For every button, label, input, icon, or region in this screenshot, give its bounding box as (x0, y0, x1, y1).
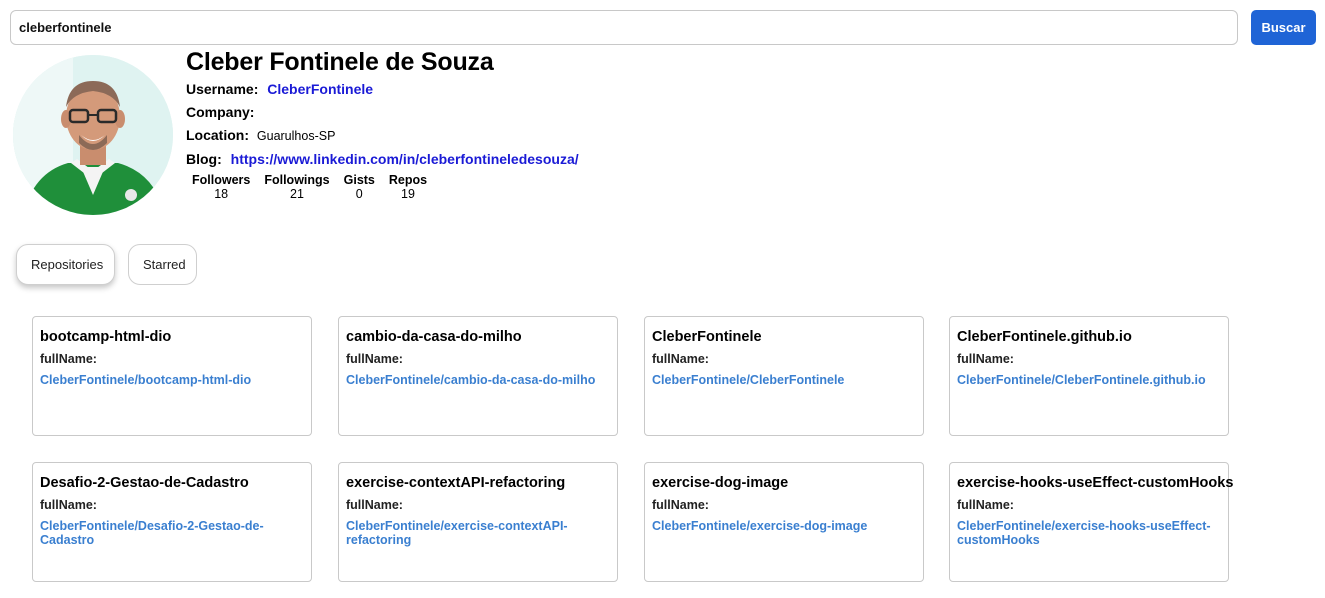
stat-value: 19 (401, 187, 415, 201)
avatar (13, 55, 173, 215)
username-row: Username: CleberFontinele (186, 78, 579, 101)
tab-repositories[interactable]: Repositories (16, 244, 115, 285)
repo-name: CleberFontinele.github.io (957, 329, 1132, 345)
repo-fullname-link[interactable]: CleberFontinele/exercise-contextAPI-refa… (346, 519, 610, 547)
repo-fullname-label: fullName: (652, 352, 709, 366)
blog-link[interactable]: https://www.linkedin.com/in/cleberfontin… (231, 151, 579, 167)
repo-card[interactable]: exercise-contextAPI-refactoring fullName… (338, 462, 618, 582)
repo-fullname-label: fullName: (957, 498, 1014, 512)
company-row: Company: (186, 101, 579, 125)
repo-card[interactable]: cambio-da-casa-do-milho fullName: Cleber… (338, 316, 618, 436)
repo-name: exercise-dog-image (652, 475, 789, 491)
stat-label: Repos (388, 173, 428, 187)
repo-card[interactable]: exercise-hooks-useEffect-customHooks ful… (949, 462, 1234, 582)
profile-info: Cleber Fontinele de Souza Username: Cleb… (186, 46, 579, 170)
repo-name: Desafio-2-Gestao-de-Cadastro (40, 475, 249, 491)
repo-name: exercise-contextAPI-refactoring (346, 475, 566, 491)
repo-fullname-label: fullName: (652, 498, 709, 512)
repo-card[interactable]: exercise-dog-image fullName: CleberFonti… (644, 462, 924, 582)
stat-gists: Gists 0 (344, 173, 375, 201)
repo-card[interactable]: CleberFontinele fullName: CleberFontinel… (644, 316, 924, 436)
repo-fullname-link[interactable]: CleberFontinele/CleberFontinele (652, 373, 916, 387)
location-label: Location: (186, 127, 249, 143)
location-row: Location: Guarulhos-SP (186, 124, 579, 148)
stat-label: Followers (192, 173, 251, 187)
stat-value: 21 (290, 187, 304, 201)
avatar-photo (13, 55, 173, 215)
tab-starred[interactable]: Starred (128, 244, 197, 285)
repo-card[interactable]: bootcamp-html-dio fullName: CleberFontin… (32, 316, 312, 436)
stat-label: Gists (343, 173, 375, 187)
stat-followers: Followers 18 (192, 173, 250, 201)
repo-name: cambio-da-casa-do-milho (346, 329, 522, 345)
repo-card[interactable]: Desafio-2-Gestao-de-Cadastro fullName: C… (32, 462, 312, 582)
repo-fullname-label: fullName: (346, 352, 403, 366)
location-value: Guarulhos-SP (256, 129, 336, 143)
profile-name: Cleber Fontinele de Souza (186, 48, 494, 76)
search-bar: Buscar (10, 10, 1316, 45)
blog-label: Blog: (186, 150, 222, 167)
username-link[interactable]: CleberFontinele (267, 81, 373, 97)
repo-fullname-link[interactable]: CleberFontinele/Desafio-2-Gestao-de-Cada… (40, 519, 304, 547)
repo-fullname-label: fullName: (346, 498, 403, 512)
stat-label: Followings (264, 173, 330, 187)
username-label: Username: (186, 81, 259, 97)
repo-name: bootcamp-html-dio (40, 329, 172, 345)
stat-followings: Followings 21 (264, 173, 329, 201)
search-input[interactable] (10, 10, 1238, 45)
repo-fullname-label: fullName: (40, 498, 97, 512)
repo-fullname-link[interactable]: CleberFontinele/CleberFontinele.github.i… (957, 373, 1221, 387)
stat-value: 0 (355, 187, 363, 201)
repo-fullname-label: fullName: (40, 352, 97, 366)
blog-row: Blog: https://www.linkedin.com/in/cleber… (186, 148, 579, 171)
search-button[interactable]: Buscar (1251, 10, 1316, 45)
repo-fullname-link[interactable]: CleberFontinele/exercise-hooks-useEffect… (957, 519, 1221, 547)
repo-name: CleberFontinele (652, 329, 762, 345)
repo-fullname-label: fullName: (957, 352, 1014, 366)
repo-fullname-link[interactable]: CleberFontinele/exercise-dog-image (652, 519, 916, 533)
stat-repos: Repos 19 (389, 173, 427, 201)
stat-value: 18 (214, 187, 229, 201)
company-label: Company: (186, 103, 255, 120)
repo-name: exercise-hooks-useEffect-customHooks (957, 475, 1234, 491)
repo-fullname-link[interactable]: CleberFontinele/bootcamp-html-dio (40, 373, 304, 387)
profile-stats: Followers 18 Followings 21 Gists 0 Repos… (192, 173, 441, 201)
repo-fullname-link[interactable]: CleberFontinele/cambio-da-casa-do-milho (346, 373, 610, 387)
repo-card[interactable]: CleberFontinele.github.io fullName: Cleb… (949, 316, 1229, 436)
